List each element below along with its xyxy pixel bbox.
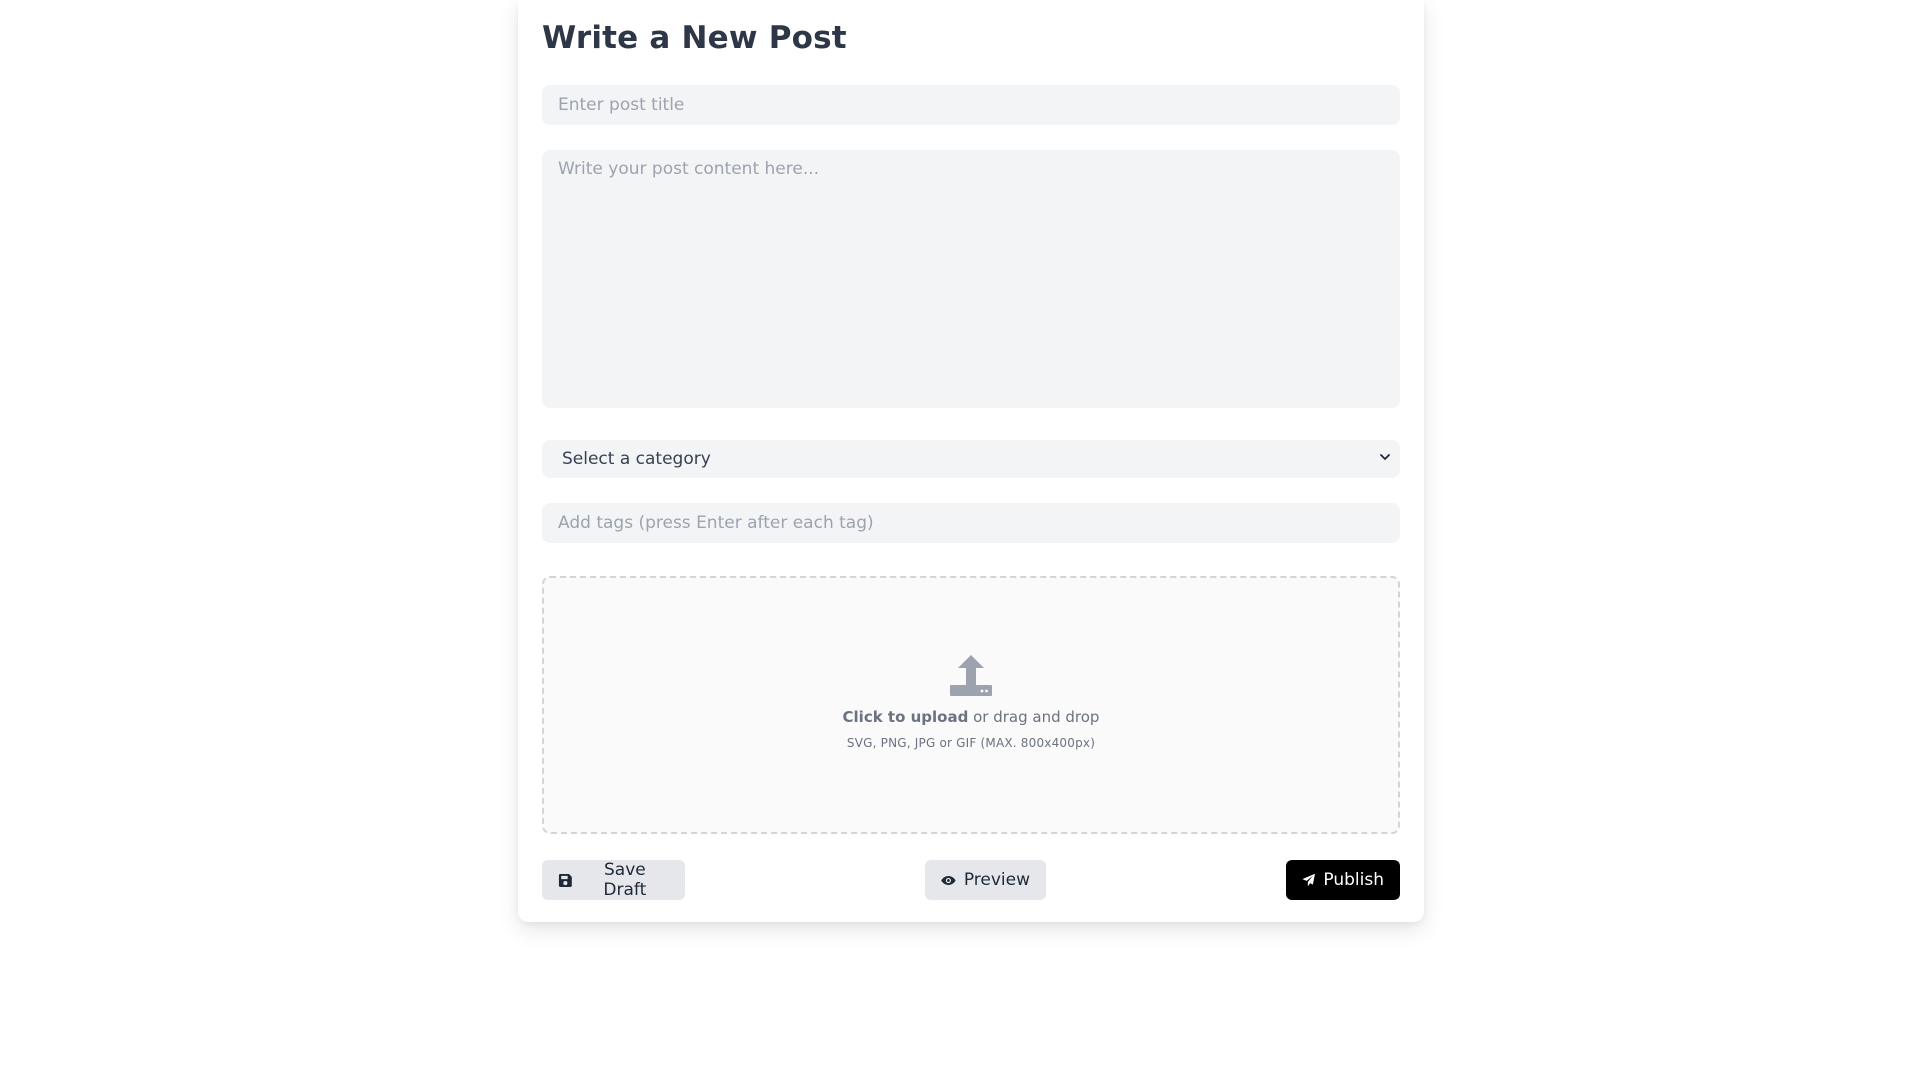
preview-button[interactable]: Preview	[925, 860, 1046, 900]
category-select[interactable]: Select a category	[542, 440, 1400, 478]
upload-format-hint: SVG, PNG, JPG or GIF (MAX. 800x400px)	[846, 736, 1096, 750]
image-upload-dropzone[interactable]: Click to upload or drag and drop SVG, PN…	[542, 576, 1400, 834]
tags-input[interactable]	[542, 503, 1400, 543]
paper-plane-icon	[1302, 873, 1315, 887]
click-to-upload-label[interactable]: Click to upload	[843, 708, 969, 726]
publish-label: Publish	[1323, 870, 1384, 890]
save-icon	[558, 873, 572, 887]
drag-and-drop-label: or drag and drop	[968, 708, 1100, 726]
save-draft-label: Save Draft	[603, 860, 647, 900]
upload-instructions: Click to upload or drag and drop	[544, 708, 1398, 726]
new-post-form: Write a New Post Select a category Click…	[518, 0, 1424, 922]
page-title: Write a New Post	[542, 20, 847, 56]
post-content-textarea[interactable]	[542, 150, 1400, 408]
save-draft-button[interactable]: Save Draft	[542, 860, 685, 900]
post-title-input[interactable]	[542, 85, 1400, 125]
upload-icon	[950, 655, 992, 696]
publish-button[interactable]: Publish	[1286, 860, 1400, 900]
eye-icon	[941, 875, 956, 885]
preview-label: Preview	[963, 870, 1030, 890]
